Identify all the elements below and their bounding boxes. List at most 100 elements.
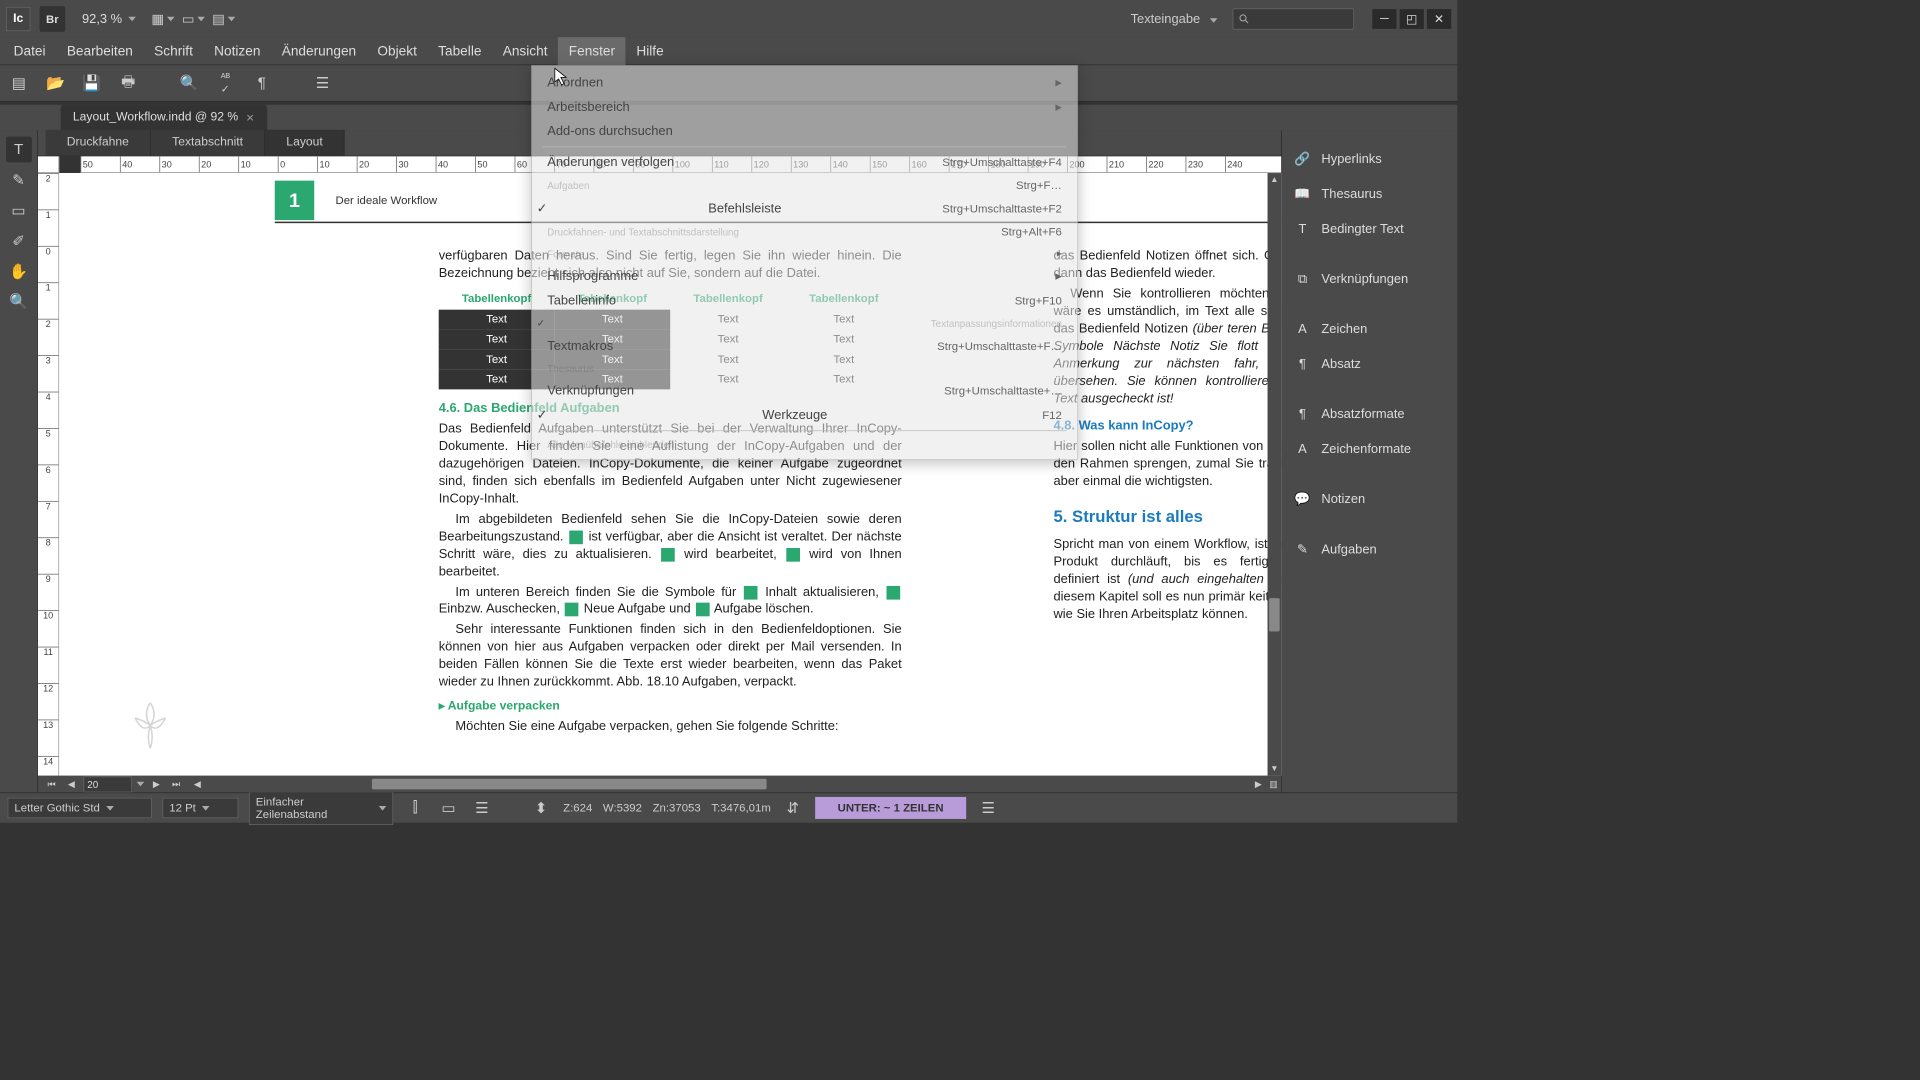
stats-icon[interactable]: ⬍ <box>530 797 553 820</box>
close-tab-icon[interactable]: ✕ <box>246 111 255 124</box>
hand-tool[interactable]: ✋ <box>6 258 32 284</box>
menu-icon[interactable]: ☰ <box>977 797 1000 820</box>
scroll-down-arrow[interactable]: ▼ <box>1268 762 1282 776</box>
menu-ansicht[interactable]: Ansicht <box>492 37 558 65</box>
scroll-thumb[interactable] <box>1269 598 1280 631</box>
panel-absatzformate[interactable]: ¶Absatzformate <box>1282 399 1457 429</box>
font-family-field[interactable]: Letter Gothic Std <box>8 798 152 818</box>
dropdown-item[interactable]: WerkzeugeF12 <box>532 403 1077 427</box>
dropdown-item[interactable]: TabelleninfoStrg+F10 <box>532 288 1077 312</box>
print-icon[interactable]: 🖶 <box>117 72 140 95</box>
dropdown-label: Verknüpfungen <box>547 383 634 398</box>
split-view-icon[interactable]: ▥ <box>1266 779 1281 790</box>
dropdown-label: Textanpassungsinformationen <box>931 318 1062 329</box>
list-icon[interactable]: ☰ <box>311 72 334 95</box>
tab-druckfahne[interactable]: Druckfahne <box>46 130 151 156</box>
panel-zeichenformate[interactable]: AZeichenformate <box>1282 434 1457 464</box>
panel-thesaurus[interactable]: 📖Thesaurus <box>1282 179 1457 209</box>
panel-notizen[interactable]: 💬Notizen <box>1282 484 1457 514</box>
scroll-left-arrow[interactable]: ◀ <box>190 779 205 790</box>
tab-layout[interactable]: Layout <box>265 130 345 156</box>
last-page-icon[interactable]: ⏭ <box>168 778 183 789</box>
menu-bearbeiten[interactable]: Bearbeiten <box>56 37 143 65</box>
page-number-input[interactable] <box>83 776 132 792</box>
dropdown-item[interactable]: Arbeitsbereich <box>532 95 1077 119</box>
dropdown-item[interactable]: Formate <box>532 243 1077 264</box>
hscroll-thumb[interactable] <box>372 779 767 790</box>
page-title: Der ideale Workflow <box>335 194 437 207</box>
menu-datei[interactable]: Datei <box>3 37 56 65</box>
panel-label: Zeichenformate <box>1321 442 1411 457</box>
spellcheck-icon[interactable]: ᴬᴮ✓ <box>214 72 237 95</box>
scroll-right-arrow[interactable]: ▶ <box>1251 779 1266 790</box>
arrange-icon[interactable]: ▤ <box>213 8 234 29</box>
workspace-switcher[interactable]: Texteingabe <box>1125 11 1224 26</box>
save-icon[interactable]: 💾 <box>80 72 103 95</box>
pilcrow-icon[interactable]: ¶ <box>250 72 273 95</box>
chapter-heading: 5. Struktur ist alles <box>1053 506 1281 529</box>
vertical-scrollbar[interactable]: ▲ ▼ <box>1268 173 1282 776</box>
align-icon[interactable]: ▭ <box>437 797 460 820</box>
dropdown-item[interactable]: Druckfahnen- und Textabschnittsdarstellu… <box>532 221 1077 243</box>
screen-mode-icon[interactable]: ▭ <box>183 8 204 29</box>
dropdown-item[interactable]: Add-ons durchsuchen <box>532 119 1077 143</box>
menu-objekt[interactable]: Objekt <box>367 37 428 65</box>
prev-page-icon[interactable]: ◀ <box>64 779 79 790</box>
fenster-dropdown: AnordnenArbeitsbereichAdd-ons durchsuche… <box>531 65 1077 460</box>
find-icon[interactable]: 🔍 <box>178 72 201 95</box>
panel-absatz[interactable]: ¶Absatz <box>1282 349 1457 379</box>
document-tab[interactable]: Layout_Workflow.indd @ 92 % ✕ <box>61 105 267 131</box>
menu-aenderungen[interactable]: Änderungen <box>271 37 367 65</box>
close-button[interactable]: ✕ <box>1427 9 1451 29</box>
hscroll-track[interactable] <box>205 779 1251 790</box>
leading-field[interactable]: Einfacher Zeilenabstand <box>249 791 393 824</box>
columns-icon[interactable]: ⫿ <box>404 797 427 820</box>
tab-textabschnitt[interactable]: Textabschnitt <box>151 130 265 156</box>
dropdown-item[interactable]: VerknüpfungenStrg+Umschalttaste+… <box>532 379 1077 403</box>
status-chars: Zn:37053 <box>653 802 701 815</box>
scroll-up-arrow[interactable]: ▲ <box>1268 173 1282 187</box>
dropdown-item[interactable]: Hilfsprogramme <box>532 264 1077 288</box>
dropdown-item[interactable]: AufgabenStrg+F… <box>532 175 1077 197</box>
menu-schrift[interactable]: Schrift <box>144 37 204 65</box>
zoom-tool[interactable]: 🔍 <box>6 288 32 314</box>
search-input[interactable] <box>1233 8 1354 29</box>
dropdown-item[interactable]: Thesaurus <box>532 358 1077 378</box>
maximize-button[interactable]: ◰ <box>1400 9 1424 29</box>
open-icon[interactable]: 📂 <box>44 72 67 95</box>
position-tool[interactable]: ▭ <box>6 197 32 223</box>
view-options-icon[interactable]: ▦ <box>153 8 174 29</box>
text-column-2[interactable]: das Bedienfeld Notizen öffnet sich. Gebe… <box>1053 244 1281 625</box>
app-badge: Ic <box>6 7 30 31</box>
new-document-icon[interactable]: ▤ <box>8 72 31 95</box>
menu-hilfe[interactable]: Hilfe <box>626 37 675 65</box>
dropdown-item[interactable]: BefehlsleisteStrg+Umschalttaste+F2 <box>532 197 1077 221</box>
page-dropdown-icon[interactable] <box>137 782 145 787</box>
first-page-icon[interactable]: ⏮ <box>44 778 59 789</box>
dropdown-item[interactable]: Alle Menübefehle einblenden <box>532 434 1077 454</box>
menu-tabelle[interactable]: Tabelle <box>428 37 493 65</box>
panel-zeichen[interactable]: AZeichen <box>1282 314 1457 344</box>
note-tool[interactable]: ✎ <box>6 167 32 193</box>
zoom-level[interactable]: 92,3 % <box>74 8 143 29</box>
next-page-icon[interactable]: ▶ <box>149 779 164 790</box>
dropdown-shortcut: Strg+Umschalttaste+F… <box>937 340 1062 353</box>
dropdown-item[interactable]: Anordnen <box>532 71 1077 95</box>
font-size-field[interactable]: 12 Pt <box>162 798 238 818</box>
dropdown-item[interactable]: TextmakrosStrg+Umschalttaste+F… <box>532 334 1077 358</box>
panel-verknüpfungen[interactable]: ⧉Verknüpfungen <box>1282 264 1457 294</box>
minimize-button[interactable]: ─ <box>1372 9 1396 29</box>
dropdown-item[interactable]: Textanpassungsinformationen <box>532 313 1077 334</box>
panel-aufgaben[interactable]: ✎Aufgaben <box>1282 534 1457 564</box>
dropdown-item[interactable]: Änderungen verfolgenStrg+Umschalttaste+F… <box>532 150 1077 174</box>
panel-hyperlinks[interactable]: 🔗Hyperlinks <box>1282 144 1457 174</box>
menu-notizen[interactable]: Notizen <box>204 37 272 65</box>
menu-fenster[interactable]: Fenster <box>558 37 626 65</box>
body-text: Hier sollen nicht alle Funktionen von In… <box>1053 438 1281 490</box>
panel-bedingter text[interactable]: TBedingter Text <box>1282 214 1457 244</box>
bridge-badge[interactable]: Br <box>39 6 65 32</box>
eyedropper-tool[interactable]: ✐ <box>6 228 32 254</box>
copyfit-icon[interactable]: ⇵ <box>781 797 804 820</box>
justify-icon[interactable]: ☰ <box>471 797 494 820</box>
type-tool[interactable]: T <box>6 137 32 163</box>
